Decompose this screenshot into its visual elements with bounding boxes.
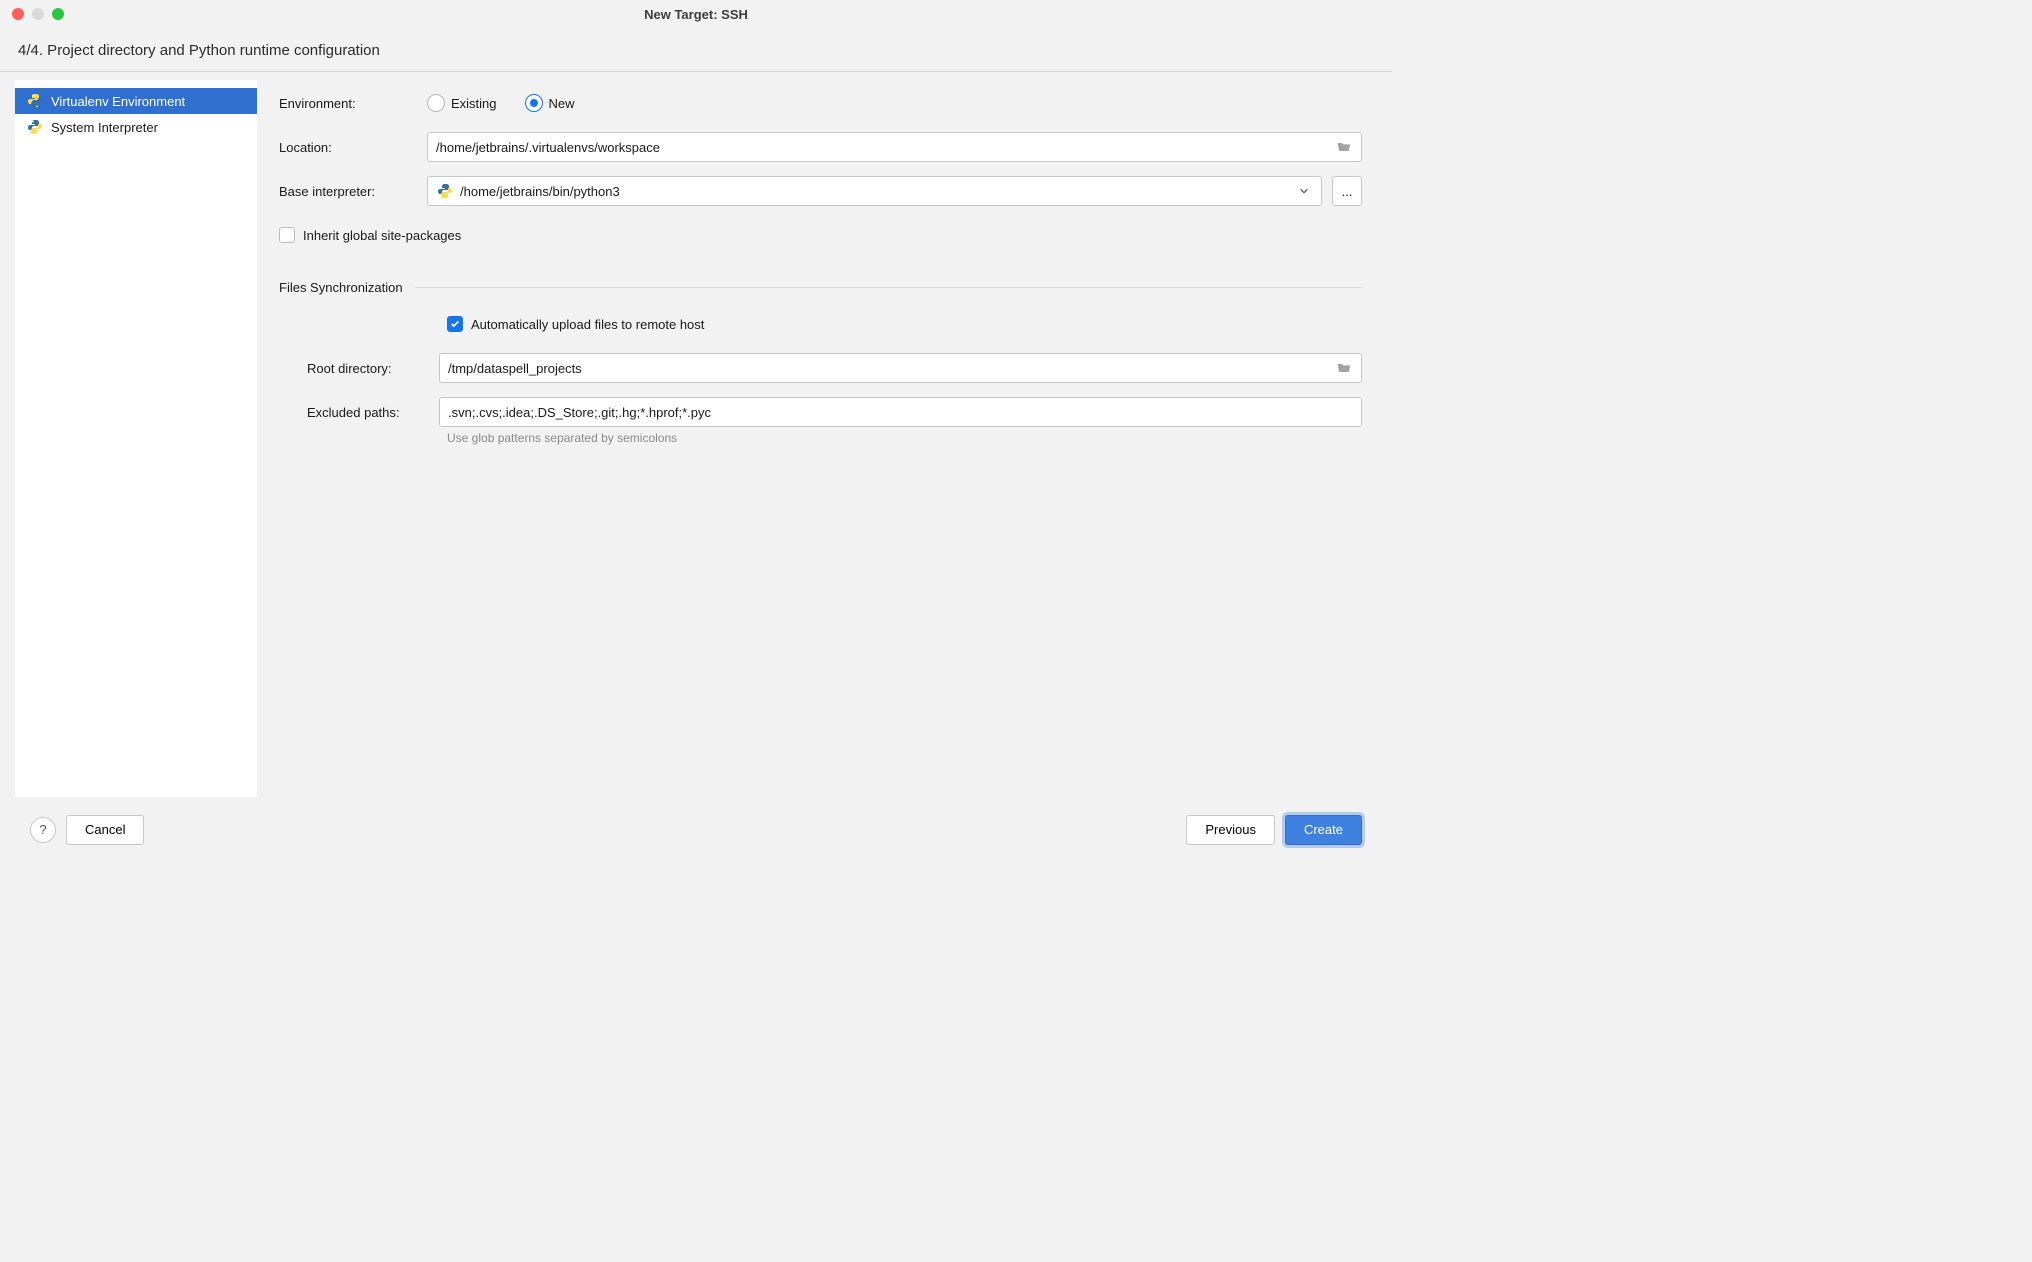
section-divider — [415, 287, 1362, 288]
form-panel: Environment: Existing New Location: — [257, 72, 1392, 797]
base-interpreter-value: /home/jetbrains/bin/python3 — [460, 184, 1295, 199]
titlebar: New Target: SSH — [0, 0, 1392, 28]
help-button[interactable]: ? — [30, 817, 56, 843]
location-input[interactable] — [436, 140, 1335, 155]
minimize-window-icon[interactable] — [32, 8, 44, 20]
base-interpreter-dropdown[interactable]: /home/jetbrains/bin/python3 — [427, 176, 1322, 206]
folder-open-icon[interactable] — [1335, 138, 1353, 156]
python-icon — [27, 93, 43, 109]
cancel-button[interactable]: Cancel — [66, 815, 144, 845]
sidebar-item-system-interpreter[interactable]: System Interpreter — [15, 114, 257, 140]
python-icon — [27, 119, 43, 135]
row-auto-upload: Automatically upload files to remote hos… — [279, 307, 1362, 341]
inherit-checkbox[interactable]: Inherit global site-packages — [279, 227, 461, 243]
checkbox-label: Automatically upload files to remote hos… — [471, 317, 704, 332]
radio-icon — [427, 94, 445, 112]
dialog-body: Virtualenv Environment System Interprete… — [0, 72, 1392, 797]
close-window-icon[interactable] — [12, 8, 24, 20]
radio-existing[interactable]: Existing — [427, 94, 497, 112]
button-label: Cancel — [85, 822, 125, 837]
previous-button[interactable]: Previous — [1186, 815, 1275, 845]
row-root-directory: Root directory: — [279, 351, 1362, 385]
label-base-interpreter: Base interpreter: — [279, 184, 427, 199]
auto-upload-checkbox[interactable]: Automatically upload files to remote hos… — [447, 316, 704, 332]
chevron-down-icon — [1295, 186, 1313, 196]
radio-label: Existing — [451, 96, 497, 111]
root-directory-input[interactable] — [448, 361, 1335, 376]
row-excluded-paths: Excluded paths: — [279, 395, 1362, 429]
button-label: Previous — [1205, 822, 1256, 837]
label-environment: Environment: — [279, 96, 427, 111]
window-title: New Target: SSH — [0, 7, 1392, 22]
location-input-wrap[interactable] — [427, 132, 1362, 162]
row-environment: Environment: Existing New — [279, 86, 1362, 120]
section-title: Files Synchronization — [279, 280, 403, 295]
row-inherit: Inherit global site-packages — [279, 218, 1362, 252]
checkbox-label: Inherit global site-packages — [303, 228, 461, 243]
excluded-paths-input-wrap[interactable] — [439, 397, 1362, 427]
maximize-window-icon[interactable] — [52, 8, 64, 20]
radio-new[interactable]: New — [525, 94, 575, 112]
label-root-directory: Root directory: — [279, 361, 439, 376]
radio-icon — [525, 94, 543, 112]
interpreter-type-sidebar: Virtualenv Environment System Interprete… — [15, 80, 257, 797]
python-icon — [436, 182, 454, 200]
wizard-step-title: 4/4. Project directory and Python runtim… — [0, 28, 1392, 71]
sidebar-item-label: System Interpreter — [51, 120, 158, 135]
checkbox-icon — [279, 227, 295, 243]
section-files-sync: Files Synchronization — [279, 280, 1362, 295]
excluded-paths-input[interactable] — [448, 405, 1353, 420]
browse-button[interactable]: ... — [1332, 176, 1362, 206]
dialog-footer: ? Cancel Previous Create — [0, 797, 1392, 861]
row-location: Location: — [279, 130, 1362, 164]
folder-open-icon[interactable] — [1335, 359, 1353, 377]
sidebar-item-virtualenv[interactable]: Virtualenv Environment — [15, 88, 257, 114]
help-icon: ? — [39, 822, 46, 837]
sidebar-item-label: Virtualenv Environment — [51, 94, 185, 109]
label-excluded-paths: Excluded paths: — [279, 405, 439, 420]
window-controls — [0, 8, 64, 20]
create-button[interactable]: Create — [1285, 815, 1362, 845]
label-location: Location: — [279, 140, 427, 155]
radio-label: New — [549, 96, 575, 111]
checkbox-icon — [447, 316, 463, 332]
excluded-paths-hint: Use glob patterns separated by semicolon… — [447, 431, 1362, 445]
row-base-interpreter: Base interpreter: /home/jetbrains/bin/py… — [279, 174, 1362, 208]
ellipsis-label: ... — [1342, 184, 1353, 199]
button-label: Create — [1304, 822, 1343, 837]
root-directory-input-wrap[interactable] — [439, 353, 1362, 383]
